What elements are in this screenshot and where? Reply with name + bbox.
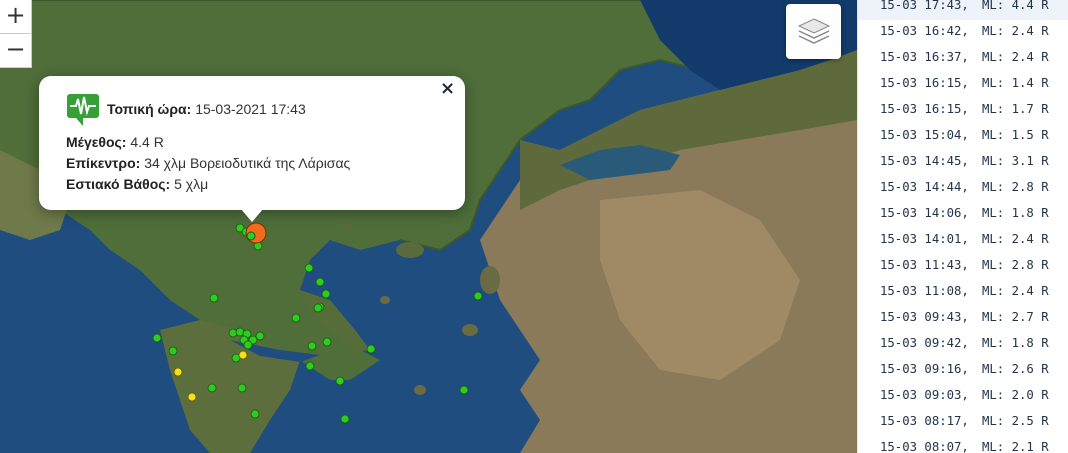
quake-list-item[interactable]: 15-03 11:08, ML: 2.4 R: [858, 280, 1068, 306]
quake-magnitude: ML: 2.4 R: [982, 232, 1049, 246]
quake-magnitude: ML: 1.7 R: [982, 102, 1049, 116]
quake-magnitude: ML: 1.5 R: [982, 128, 1049, 142]
popup-close-button[interactable]: ×: [440, 78, 455, 99]
quake-list-item[interactable]: 15-03 09:42, ML: 1.8 R: [858, 332, 1068, 358]
quake-time: 15-03 09:42,: [880, 336, 969, 350]
quake-time: 15-03 08:07,: [880, 440, 969, 453]
quake-list-item[interactable]: 15-03 09:43, ML: 2.7 R: [858, 306, 1068, 332]
quake-list-item[interactable]: 15-03 16:42, ML: 2.4 R: [858, 20, 1068, 46]
quake-time: 15-03 11:43,: [880, 258, 969, 272]
quake-time: 15-03 09:43,: [880, 310, 969, 324]
popup-tip: [241, 209, 263, 222]
quake-list-item[interactable]: 15-03 17:43, ML: 4.4 R: [858, 0, 1068, 20]
quake-list-item[interactable]: 15-03 14:01, ML: 2.4 R: [858, 228, 1068, 254]
earthquake-list: 15-03 17:43, ML: 4.4 R 15-03 16:42, ML: 2.4…: [857, 0, 1068, 453]
quake-list-item[interactable]: 15-03 16:15, ML: 1.4 R: [858, 72, 1068, 98]
quake-list-item[interactable]: 15-03 08:07, ML: 2.1 R: [858, 436, 1068, 453]
zoom-in-button[interactable]: +: [0, 0, 31, 33]
quake-time: 15-03 16:15,: [880, 102, 969, 116]
popup-time: Τοπική ώρα: 15-03-2021 17:43: [107, 101, 306, 117]
quake-magnitude: ML: 2.4 R: [982, 284, 1049, 298]
map-view[interactable]: + − × Τοπική ώρα: 15-03-2021 17:43 Μέγεθ…: [0, 0, 857, 453]
quake-magnitude: ML: 1.8 R: [982, 206, 1049, 220]
quake-time: 15-03 09:03,: [880, 388, 969, 402]
quake-time: 15-03 14:01,: [880, 232, 969, 246]
quake-magnitude: ML: 1.4 R: [982, 76, 1049, 90]
quake-time: 15-03 15:04,: [880, 128, 969, 142]
quake-time: 15-03 16:15,: [880, 76, 969, 90]
quake-magnitude: ML: 2.1 R: [982, 440, 1049, 453]
quake-list-item[interactable]: 15-03 09:03, ML: 2.0 R: [858, 384, 1068, 410]
zoom-control: + −: [0, 0, 32, 68]
quake-time: 15-03 16:42,: [880, 24, 969, 38]
quake-list-item[interactable]: 15-03 08:17, ML: 2.5 R: [858, 410, 1068, 436]
popup-depth: Εστιακό Βάθος: 5 χλμ: [66, 176, 209, 192]
quake-magnitude: ML: 2.8 R: [982, 258, 1049, 272]
quake-time: 15-03 09:16,: [880, 362, 969, 376]
quake-list-item[interactable]: 15-03 15:04, ML: 1.5 R: [858, 124, 1068, 150]
quake-list-item[interactable]: 15-03 11:43, ML: 2.8 R: [858, 254, 1068, 280]
quake-time: 15-03 17:43,: [880, 0, 969, 12]
quake-time: 15-03 14:44,: [880, 180, 969, 194]
zoom-out-button[interactable]: −: [0, 33, 31, 67]
quake-list-item[interactable]: 15-03 16:15, ML: 1.7 R: [858, 98, 1068, 124]
quake-magnitude: ML: 4.4 R: [982, 0, 1049, 12]
quake-magnitude: ML: 2.0 R: [982, 388, 1049, 402]
quake-list-item[interactable]: 15-03 16:37, ML: 2.4 R: [858, 46, 1068, 72]
quake-list-item[interactable]: 15-03 14:45, ML: 3.1 R: [858, 150, 1068, 176]
quake-time: 15-03 16:37,: [880, 50, 969, 64]
seismograph-icon: [67, 94, 99, 126]
quake-magnitude: ML: 2.5 R: [982, 414, 1049, 428]
quake-list-item[interactable]: 15-03 09:16, ML: 2.6 R: [858, 358, 1068, 384]
quake-magnitude: ML: 2.4 R: [982, 50, 1049, 64]
quake-magnitude: ML: 2.7 R: [982, 310, 1049, 324]
quake-time: 15-03 14:45,: [880, 154, 969, 168]
quake-magnitude: ML: 2.8 R: [982, 180, 1049, 194]
quake-list-item[interactable]: 15-03 14:44, ML: 2.8 R: [858, 176, 1068, 202]
popup-magnitude: Μέγεθος: 4.4 R: [66, 134, 164, 150]
quake-time: 15-03 11:08,: [880, 284, 969, 298]
quake-time: 15-03 14:06,: [880, 206, 969, 220]
quake-magnitude: ML: 3.1 R: [982, 154, 1049, 168]
layers-icon: [797, 17, 830, 44]
quake-time: 15-03 08:17,: [880, 414, 969, 428]
quake-list-item[interactable]: 15-03 14:06, ML: 1.8 R: [858, 202, 1068, 228]
earthquake-popup: × Τοπική ώρα: 15-03-2021 17:43 Μέγεθος: …: [39, 76, 465, 222]
quake-magnitude: ML: 2.4 R: [982, 24, 1049, 38]
quake-magnitude: ML: 1.8 R: [982, 336, 1049, 350]
satellite-map[interactable]: [0, 0, 857, 453]
quake-magnitude: ML: 2.6 R: [982, 362, 1049, 376]
layers-button[interactable]: [786, 4, 841, 59]
popup-epicenter: Επίκεντρο: 34 χλμ Βορειοδυτικά της Λάρισ…: [66, 155, 351, 171]
